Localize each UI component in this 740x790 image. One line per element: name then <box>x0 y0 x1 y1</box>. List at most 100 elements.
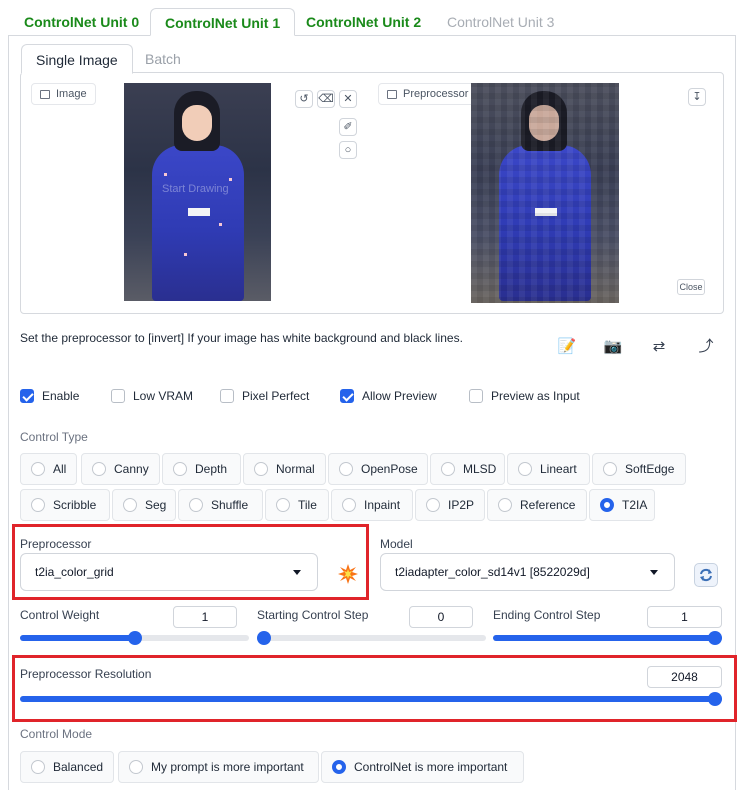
control-type-mlsd[interactable]: MLSD <box>430 453 505 485</box>
slider-thumb[interactable] <box>708 631 722 645</box>
checkbox-box[interactable] <box>220 389 234 403</box>
control-type-shuffle[interactable]: Shuffle <box>178 489 263 521</box>
radio-icon <box>129 760 143 774</box>
control-type-normal[interactable]: Normal <box>243 453 326 485</box>
tab-unit-1[interactable]: ControlNet Unit 1 <box>150 8 296 36</box>
radio-icon <box>342 498 356 512</box>
checkbox-box[interactable] <box>20 389 34 403</box>
radio-icon <box>518 462 532 476</box>
control-type-ip2p[interactable]: IP2P <box>415 489 485 521</box>
eraser-icon[interactable]: ⌫ <box>317 90 335 108</box>
model-dropdown[interactable]: t2iadapter_color_sd14v1 [8522029d] <box>380 553 675 591</box>
control-type-depth[interactable]: Depth <box>162 453 241 485</box>
ending-step-input[interactable]: 1 <box>647 606 722 628</box>
upload-arrow-icon[interactable]: ⤴ <box>695 336 717 358</box>
undo-icon[interactable]: ↺ <box>295 90 313 108</box>
radio-icon <box>332 760 346 774</box>
radio-label: My prompt is more important <box>151 760 304 774</box>
radio-icon <box>441 462 455 476</box>
pattern-dot <box>184 253 187 256</box>
slider-fill <box>20 696 722 702</box>
face-shape <box>182 105 212 141</box>
radio-label: Lineart <box>540 462 577 476</box>
checkbox-box[interactable] <box>340 389 354 403</box>
radio-label: Canny <box>114 462 149 476</box>
checkbox-label: Enable <box>42 389 80 403</box>
edit-icon[interactable]: 📝 <box>556 336 578 358</box>
control-type-openpose[interactable]: OpenPose <box>328 453 428 485</box>
radio-icon <box>600 498 614 512</box>
swap-icon[interactable]: ⇄ <box>648 336 670 358</box>
preprocessor-resolution-slider[interactable] <box>20 692 722 706</box>
invert-hint-text: Set the preprocessor to [invert] If your… <box>20 331 463 345</box>
radio-label: Depth <box>195 462 228 476</box>
preprocessor-resolution-input[interactable]: 2048 <box>647 666 722 688</box>
radio-icon <box>31 498 45 512</box>
control-type-softedge[interactable]: SoftEdge <box>592 453 686 485</box>
close-icon[interactable]: ✕ <box>339 90 357 108</box>
allow-preview-checkbox[interactable]: Allow Preview <box>340 389 437 403</box>
pattern-dot <box>219 223 222 226</box>
tab-batch[interactable]: Batch <box>131 44 195 74</box>
radio-label: ControlNet is more important <box>354 760 508 774</box>
control-type-seg[interactable]: Seg <box>112 489 176 521</box>
radio-label: Normal <box>276 462 315 476</box>
checkbox-label: Allow Preview <box>362 389 437 403</box>
download-icon[interactable]: ↧ <box>688 88 706 106</box>
slider-thumb[interactable] <box>127 631 142 645</box>
control-type-scribble[interactable]: Scribble <box>20 489 110 521</box>
control-type-all[interactable]: All <box>20 453 77 485</box>
slider-thumb[interactable] <box>708 692 722 706</box>
slider-fill <box>493 635 722 641</box>
radio-icon <box>31 462 45 476</box>
brush-icon[interactable]: ✐ <box>339 118 357 136</box>
unit-tabs: ControlNet Unit 0 ControlNet Unit 1 Cont… <box>0 0 740 36</box>
low-vram-checkbox[interactable]: Low VRAM <box>111 389 193 403</box>
control-weight-slider[interactable] <box>20 631 249 645</box>
control-type-tile[interactable]: Tile <box>265 489 329 521</box>
refresh-models-icon[interactable] <box>694 563 718 587</box>
ending-step-slider[interactable] <box>493 631 722 645</box>
starting-step-input[interactable]: 0 <box>409 606 473 628</box>
preview-as-input-checkbox[interactable]: Preview as Input <box>469 389 580 403</box>
tab-unit-0[interactable]: ControlNet Unit 0 <box>10 8 153 36</box>
radio-icon <box>426 498 440 512</box>
chevron-down-icon <box>650 570 658 575</box>
pattern-dot <box>229 178 232 181</box>
preprocessor-value: t2ia_color_grid <box>35 565 114 579</box>
enable-checkbox[interactable]: Enable <box>20 389 79 403</box>
control-mode-balanced[interactable]: Balanced <box>20 751 114 783</box>
camera-icon[interactable]: 📷 <box>602 336 624 358</box>
kimono-shape <box>152 145 244 301</box>
source-image[interactable]: Start Drawing <box>124 83 271 301</box>
control-mode-prompt[interactable]: My prompt is more important <box>118 751 319 783</box>
radio-label: Shuffle <box>211 498 249 512</box>
preprocessor-dropdown[interactable]: t2ia_color_grid <box>20 553 318 591</box>
control-mode-controlnet[interactable]: ControlNet is more important <box>321 751 524 783</box>
control-type-t2ia[interactable]: T2IA <box>589 489 655 521</box>
control-type-reference[interactable]: Reference <box>487 489 587 521</box>
radio-label: Balanced <box>53 760 104 774</box>
tab-unit-3[interactable]: ControlNet Unit 3 <box>433 8 568 36</box>
control-type-inpaint[interactable]: Inpaint <box>331 489 413 521</box>
tab-single-image[interactable]: Single Image <box>21 44 133 74</box>
slider-thumb[interactable] <box>257 631 271 645</box>
control-type-canny[interactable]: Canny <box>81 453 160 485</box>
tab-unit-2[interactable]: ControlNet Unit 2 <box>292 8 435 36</box>
checkbox-box[interactable] <box>469 389 483 403</box>
radio-label: MLSD <box>463 462 497 476</box>
radio-label: Seg <box>145 498 167 512</box>
radio-label: Scribble <box>53 498 97 512</box>
palette-icon[interactable]: ○ <box>339 141 357 159</box>
control-type-lineart[interactable]: Lineart <box>507 453 590 485</box>
checkbox-box[interactable] <box>111 389 125 403</box>
run-preprocessor-icon[interactable] <box>337 563 359 585</box>
control-weight-input[interactable]: 1 <box>173 606 237 628</box>
radio-icon <box>254 462 268 476</box>
close-preview-button[interactable]: Close <box>677 279 705 295</box>
radio-icon <box>276 498 290 512</box>
radio-label: SoftEdge <box>625 462 675 476</box>
radio-icon <box>31 760 45 774</box>
starting-step-slider[interactable] <box>257 631 486 645</box>
pixel-perfect-checkbox[interactable]: Pixel Perfect <box>220 389 309 403</box>
